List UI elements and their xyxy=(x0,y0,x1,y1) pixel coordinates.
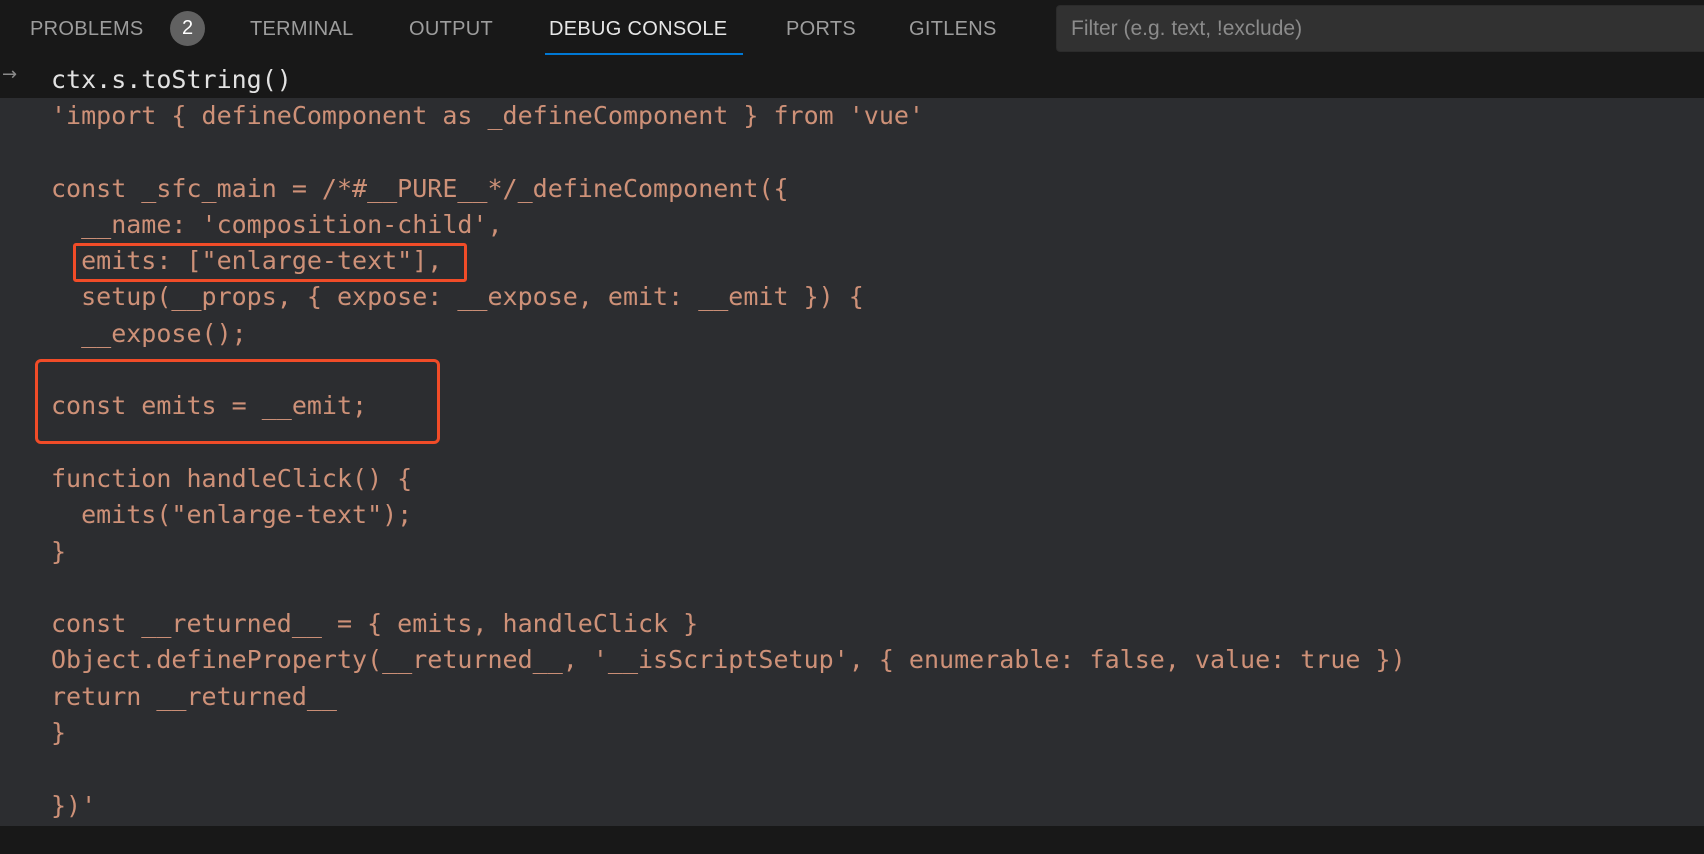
problems-count-badge: 2 xyxy=(170,11,205,46)
output-line: const _sfc_main = /*#__PURE__*/_defineCo… xyxy=(51,173,789,203)
tab-label: TERMINAL xyxy=(250,18,354,40)
output-line: return __returned__ xyxy=(51,681,337,711)
tab-gitlens[interactable]: GITLENS xyxy=(909,17,997,41)
output-line: })' xyxy=(51,790,97,820)
output-line: } xyxy=(51,536,67,566)
tab-output[interactable]: OUTPUT xyxy=(409,17,493,41)
filter-input[interactable] xyxy=(1057,6,1704,51)
output-line: setup(__props, { expose: __expose, emit:… xyxy=(51,282,864,312)
tab-label: OUTPUT xyxy=(409,18,494,40)
output-line: __name: 'composition-child', xyxy=(51,209,503,239)
output-line: 'import { defineComponent as _defineComp… xyxy=(51,101,924,130)
panel-tab-bar: PROBLEMS 2 TERMINAL OUTPUT DEBUG CONSOLE… xyxy=(0,0,1704,56)
tab-label: PROBLEMS xyxy=(30,18,144,40)
console-bottom-strip xyxy=(0,826,1704,854)
tab-debug-console[interactable]: DEBUG CONSOLE xyxy=(549,17,727,41)
output-line: Object.defineProperty(__returned__, '__i… xyxy=(51,645,1406,675)
tab-label: PORTS xyxy=(786,18,857,40)
tab-problems[interactable]: PROBLEMS xyxy=(30,17,144,41)
active-tab-indicator xyxy=(545,53,743,55)
tab-ports[interactable]: PORTS xyxy=(786,17,856,41)
output-code-block: 'import { defineComponent as _defineComp… xyxy=(51,98,1406,824)
arrow-right-icon: → xyxy=(2,64,18,85)
output-line: const __returned__ = { emits, handleClic… xyxy=(51,609,699,639)
console-input-echo: → ctx.s.toString() xyxy=(0,62,1704,98)
output-line: } xyxy=(51,718,67,748)
tab-terminal[interactable]: TERMINAL xyxy=(250,17,354,41)
output-line: const emits = __emit; xyxy=(51,391,368,421)
tab-label: GITLENS xyxy=(909,18,997,40)
filter-box xyxy=(1056,5,1704,52)
output-line: emits("enlarge-text"); xyxy=(51,500,413,530)
output-line: function handleClick() { xyxy=(51,463,413,493)
output-line: __expose(); xyxy=(51,318,247,348)
console-output: 'import { defineComponent as _defineComp… xyxy=(0,98,1704,826)
evaluated-expression: ctx.s.toString() xyxy=(51,65,292,94)
tab-label: DEBUG CONSOLE xyxy=(549,18,728,40)
output-line: emits: ["enlarge-text"], xyxy=(51,246,443,276)
